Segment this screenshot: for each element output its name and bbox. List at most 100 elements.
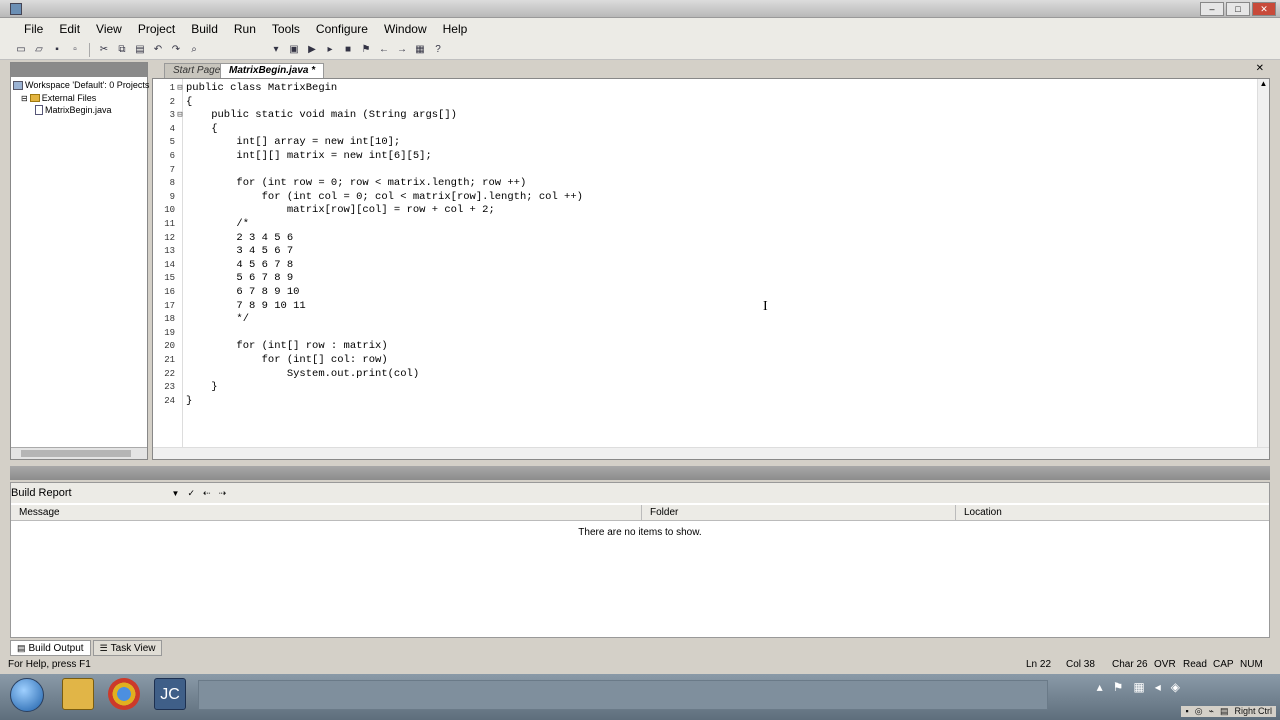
build-icon[interactable]: ▣ xyxy=(287,43,301,57)
code-line[interactable]: 9 for (int col = 0; col < matrix[row].le… xyxy=(153,191,1233,205)
copy-icon[interactable]: ⧉ xyxy=(115,43,129,57)
menu-window[interactable]: Window xyxy=(376,22,435,36)
save-all-icon[interactable]: ▫ xyxy=(68,43,82,57)
redo-icon[interactable]: ↷ xyxy=(169,43,183,57)
help-icon[interactable]: ? xyxy=(431,43,445,57)
save-icon[interactable]: ▪ xyxy=(50,43,64,57)
new-file-icon[interactable]: ▭ xyxy=(14,43,28,57)
workspace-hscrollbar[interactable] xyxy=(11,447,147,459)
build-action-icon[interactable]: ✓ xyxy=(187,488,195,499)
code-text[interactable]: /* xyxy=(186,218,249,230)
fold-icon[interactable]: ⊟ xyxy=(175,83,185,93)
panel-splitter[interactable] xyxy=(10,466,1270,480)
code-line[interactable]: 7 xyxy=(153,164,1233,178)
menu-file[interactable]: File xyxy=(16,22,51,36)
bookmark-icon[interactable]: ⚑ xyxy=(359,43,373,57)
code-line[interactable]: 24} xyxy=(153,395,1233,409)
run-icon[interactable]: ▶ xyxy=(305,43,319,57)
menu-configure[interactable]: Configure xyxy=(308,22,376,36)
code-line[interactable]: 5 int[] array = new int[10]; xyxy=(153,136,1233,150)
code-text[interactable]: matrix[row][col] = row + col + 2; xyxy=(186,204,495,216)
scroll-thumb[interactable] xyxy=(21,450,131,457)
minimize-button[interactable]: – xyxy=(1200,2,1224,16)
code-line[interactable]: 4 { xyxy=(153,123,1233,137)
tray-volume-icon[interactable]: ◂ xyxy=(1155,680,1161,694)
column-message[interactable]: Message xyxy=(11,505,641,521)
code-text[interactable]: for (int row = 0; row < matrix.length; r… xyxy=(186,177,526,189)
close-button[interactable]: ✕ xyxy=(1252,2,1276,16)
menu-tools[interactable]: Tools xyxy=(264,22,308,36)
code-text[interactable]: 5 6 7 8 9 xyxy=(186,272,293,284)
code-text[interactable]: public class MatrixBegin xyxy=(186,82,337,94)
code-line[interactable]: 18 */ xyxy=(153,313,1233,327)
expand-icon[interactable]: ⊟ xyxy=(21,94,28,103)
code-line[interactable]: 14 4 5 6 7 8 xyxy=(153,259,1233,273)
tray-network-icon[interactable]: ▦ xyxy=(1133,680,1144,694)
code-text[interactable]: 6 7 8 9 10 xyxy=(186,286,299,298)
code-line[interactable]: 21 for (int[] col: row) xyxy=(153,354,1233,368)
code-line[interactable]: 3 ⊟ public static void main (String args[… xyxy=(153,109,1233,123)
tray-arrow-icon[interactable]: ▴ xyxy=(1097,680,1103,694)
code-text[interactable]: { xyxy=(186,96,192,108)
menu-run[interactable]: Run xyxy=(226,22,264,36)
code-text[interactable]: 7 8 9 10 11 xyxy=(186,300,305,312)
build-report-dropdown-icon[interactable]: ▼ xyxy=(172,489,180,498)
jcreator-icon[interactable]: JC xyxy=(154,678,186,710)
code-line[interactable]: 23 } xyxy=(153,381,1233,395)
fold-icon[interactable]: ⊟ xyxy=(175,110,185,120)
stop-icon[interactable]: ■ xyxy=(341,43,355,57)
menu-view[interactable]: View xyxy=(88,22,130,36)
menu-project[interactable]: Project xyxy=(130,22,183,36)
debug-icon[interactable]: ▸ xyxy=(323,43,337,57)
code-text[interactable]: */ xyxy=(186,313,249,325)
code-line[interactable]: 8 for (int row = 0; row < matrix.length;… xyxy=(153,177,1233,191)
code-text[interactable]: 3 4 5 6 7 xyxy=(186,245,293,257)
code-line[interactable]: 1 ⊟ public class MatrixBegin xyxy=(153,82,1233,96)
editor-vscrollbar[interactable]: ▲ xyxy=(1257,79,1269,459)
column-folder[interactable]: Folder xyxy=(641,505,955,521)
find-icon[interactable]: ⌕ xyxy=(187,43,201,57)
taskbar-window-area[interactable] xyxy=(198,680,1048,710)
menu-help[interactable]: Help xyxy=(435,22,476,36)
back-icon[interactable]: ← xyxy=(377,43,391,57)
code-line[interactable]: 12 2 3 4 5 6 xyxy=(153,232,1233,246)
window-icon[interactable]: ▦ xyxy=(413,43,427,57)
code-text[interactable]: for (int col = 0; col < matrix[row].leng… xyxy=(186,191,583,203)
code-text[interactable]: int[][] matrix = new int[6][5]; xyxy=(186,150,431,162)
code-line[interactable]: 22 System.out.print(col) xyxy=(153,368,1233,382)
undo-icon[interactable]: ↶ xyxy=(151,43,165,57)
code-text[interactable]: for (int[] col: row) xyxy=(186,354,388,366)
menu-build[interactable]: Build xyxy=(183,22,226,36)
build-prev-icon[interactable]: ⇠ xyxy=(203,488,211,499)
code-text[interactable]: } xyxy=(186,395,192,407)
paste-icon[interactable]: ▤ xyxy=(133,43,147,57)
maximize-button[interactable]: □ xyxy=(1226,2,1250,16)
code-line[interactable]: 15 5 6 7 8 9 xyxy=(153,272,1233,286)
editor-hscrollbar[interactable] xyxy=(153,447,1269,459)
tray-flag-icon[interactable]: ⚑ xyxy=(1113,680,1124,694)
code-text[interactable]: { xyxy=(186,123,217,135)
column-location[interactable]: Location xyxy=(955,505,1271,521)
code-line[interactable]: 20 for (int[] row : matrix) xyxy=(153,340,1233,354)
code-text[interactable]: } xyxy=(186,381,217,393)
forward-icon[interactable]: → xyxy=(395,43,409,57)
open-file-icon[interactable]: ▱ xyxy=(32,43,46,57)
compile-icon[interactable]: ▾ xyxy=(269,43,283,57)
cut-icon[interactable]: ✂ xyxy=(97,43,111,57)
code-text[interactable]: int[] array = new int[10]; xyxy=(186,136,400,148)
find-combo[interactable] xyxy=(205,43,265,57)
code-line[interactable]: 2{ xyxy=(153,96,1233,110)
code-line[interactable]: 19 xyxy=(153,327,1233,341)
tab-matrixbegin[interactable]: MatrixBegin.java * xyxy=(220,63,325,78)
code-editor[interactable]: 1 ⊟ public class MatrixBegin 2{3 ⊟ public st… xyxy=(152,78,1270,460)
close-tab-icon[interactable]: ✕ xyxy=(1256,63,1264,74)
explorer-icon[interactable] xyxy=(62,678,94,710)
code-text[interactable]: System.out.print(col) xyxy=(186,368,419,380)
code-line[interactable]: 17 7 8 9 10 11 xyxy=(153,300,1233,314)
code-line[interactable]: 11 /* xyxy=(153,218,1233,232)
tab-build-output[interactable]: ▤ Build Output xyxy=(10,640,91,656)
build-next-icon[interactable]: ⇢ xyxy=(219,488,227,499)
menu-edit[interactable]: Edit xyxy=(51,22,88,36)
tree-file-matrixbegin[interactable]: MatrixBegin.java xyxy=(35,105,112,115)
tree-workspace[interactable]: Workspace 'Default': 0 Projects xyxy=(13,80,149,90)
